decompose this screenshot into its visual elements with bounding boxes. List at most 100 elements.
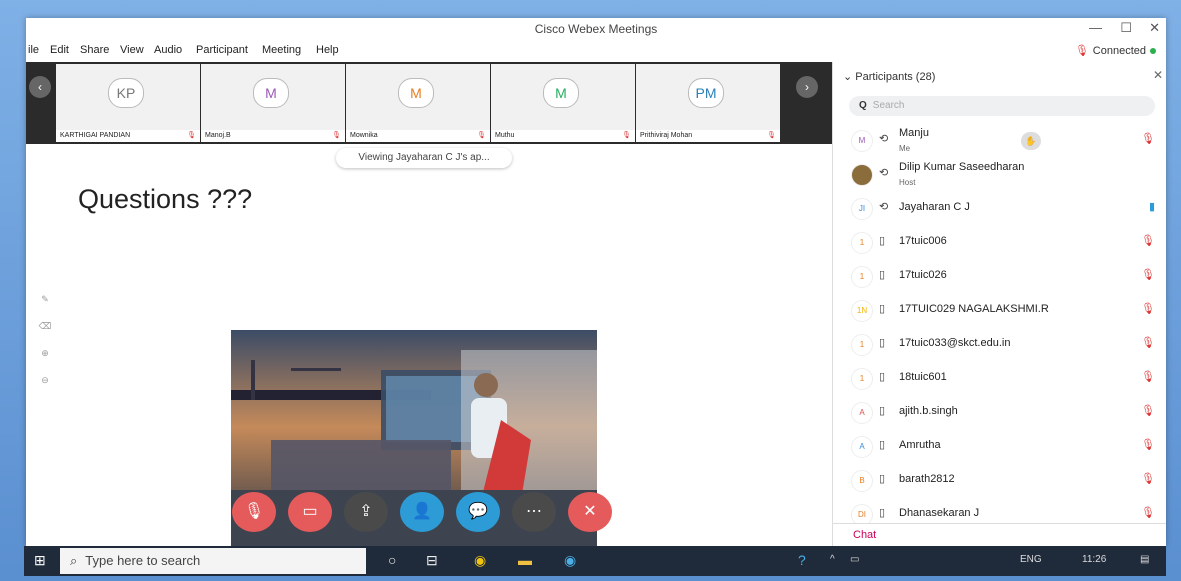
video-thumbnail[interactable]: M Muthu 🎙 [491, 64, 635, 142]
file-explorer-icon[interactable]: ▬ [518, 552, 532, 568]
chat-label: Chat [853, 529, 877, 541]
video-thumbnail[interactable]: M Mownika 🎙 [346, 64, 490, 142]
mic-muted-icon: 🎙 [1141, 235, 1155, 247]
participant-row[interactable]: JI ⟲ Jayaharan C J ▮ [833, 190, 1166, 224]
multitask-icon[interactable]: ⊟ [426, 552, 438, 569]
help-icon[interactable]: ? [798, 552, 806, 568]
raise-hand-icon[interactable]: ✋ [1021, 132, 1041, 150]
video-thumbnail[interactable]: PM Prithiviraj Mohan 🎙 [636, 64, 780, 142]
participants-count-label: Participants (28) [855, 71, 936, 83]
audio-connection-icon: ⟲ [879, 201, 889, 213]
participants-button[interactable]: 👤 [400, 492, 444, 532]
taskbar-search[interactable]: ⌕ Type here to search [60, 548, 366, 574]
thumbnail-name: Mownika 🎙 [346, 130, 490, 142]
language-indicator[interactable]: ENG [1020, 554, 1042, 565]
annotate-icon[interactable]: ✎ [32, 294, 58, 321]
participant-row[interactable]: ⟲ Dilip Kumar Saseedharan Host [833, 156, 1166, 190]
thumbnail-name-text: Prithiviraj Mohan [640, 132, 693, 139]
windows-taskbar: ⊞ ⌕ Type here to search ○ ⊟ ◉ ▬ ◉ ? ^ ▭ E… [24, 546, 1166, 576]
participant-row[interactable]: 1 ▯ 17tuic033@skct.edu.in 🎙 [833, 326, 1166, 360]
meeting-controls: 🎙 ▭ ⇪ 👤 💬 ⋯ ✕ [232, 492, 622, 532]
maximize-icon[interactable]: ☐ [1120, 20, 1132, 36]
connection-status: 🎙 Connected [1075, 44, 1156, 57]
mic-muted-icon: 🎙 [1141, 337, 1155, 349]
participant-search-input[interactable]: Q Search [849, 96, 1155, 116]
chrome-icon[interactable]: ◉ [474, 552, 486, 569]
menu-share[interactable]: Share [80, 44, 109, 56]
participant-row[interactable]: 1N ▯ 17TUIC029 NAGALAKSHMI.R 🎙 [833, 292, 1166, 326]
avatar: B [851, 470, 873, 492]
search-placeholder: Search [872, 100, 905, 111]
video-thumbnail[interactable]: KP KARTHIGAI PANDIAN 🎙 [56, 64, 200, 142]
mic-muted-icon: 🎙 [767, 132, 776, 139]
chat-button[interactable]: 💬 [456, 492, 500, 532]
start-icon[interactable]: ⊞ [34, 552, 46, 569]
mic-muted-icon: 🎙 [1141, 439, 1155, 451]
minimize-icon[interactable]: — [1089, 20, 1102, 35]
search-icon: ⌕ [70, 553, 78, 568]
mute-button[interactable]: 🎙 [232, 492, 276, 532]
participant-name: Dilip Kumar Saseedharan [899, 161, 1025, 173]
participant-row[interactable]: 1 ▯ 18tuic601 🎙 [833, 360, 1166, 394]
participant-list: M ⟲ Manju Me ✋ 🎙 ⟲ Dilip Kumar Saseedharan Host J… [833, 122, 1166, 530]
zoom-in-icon[interactable]: ⊕ [32, 348, 58, 375]
thumbnail-name-text: Manoj.B [205, 132, 231, 139]
mic-muted-icon: 🎙 [1141, 405, 1155, 417]
leave-meeting-button[interactable]: ✕ [568, 492, 612, 532]
participant-row[interactable]: M ⟲ Manju Me ✋ 🎙 [833, 122, 1166, 156]
avatar: M [253, 78, 289, 108]
video-thumbnail[interactable]: M Manoj.B 🎙 [201, 64, 345, 142]
menu-help[interactable]: Help [316, 44, 339, 56]
chat-section[interactable]: Chat [833, 523, 1166, 546]
avatar: M [543, 78, 579, 108]
eraser-icon[interactable]: ⌫ [32, 321, 58, 348]
show-hidden-icons[interactable]: ^ [830, 554, 835, 565]
menu-view[interactable]: View [120, 44, 144, 56]
strip-prev-button[interactable]: ‹ [29, 76, 51, 98]
strip-next-button[interactable]: › [796, 76, 818, 98]
network-icon[interactable]: ▭ [850, 554, 859, 565]
avatar: 1 [851, 266, 873, 288]
avatar: A [851, 402, 873, 424]
thumbnail-name-text: Muthu [495, 132, 515, 139]
participants-header[interactable]: ⌄ Participants (28) [843, 70, 935, 83]
more-options-button[interactable]: ⋯ [512, 492, 556, 532]
webex-taskbar-icon[interactable]: ◉ [564, 552, 576, 569]
avatar: 1N [851, 300, 873, 322]
share-button[interactable]: ⇪ [344, 492, 388, 532]
mic-muted-icon: 🎙 [1141, 371, 1155, 383]
window-title: Cisco Webex Meetings [534, 22, 658, 36]
phone-icon: ▯ [879, 337, 886, 349]
phone-icon: ▯ [879, 235, 886, 247]
phone-icon: ▯ [879, 269, 886, 281]
participant-name: 17tuic026 [899, 269, 947, 281]
connected-label: Connected [1092, 45, 1146, 57]
mic-muted-icon: 🎙 [1141, 473, 1155, 485]
task-view-icon[interactable]: ○ [388, 552, 396, 568]
phone-icon: ▯ [879, 473, 886, 485]
speaking-indicator-icon: ▮ [1148, 201, 1155, 213]
clock[interactable]: 11:26 [1082, 554, 1106, 565]
participant-row[interactable]: 1 ▯ 17tuic006 🎙 [833, 224, 1166, 258]
menu-edit[interactable]: Edit [50, 44, 69, 56]
participant-name: Amrutha [899, 439, 941, 451]
close-panel-icon[interactable]: ✕ [1153, 68, 1163, 82]
zoom-out-icon[interactable]: ⊖ [32, 375, 58, 402]
audio-connection-icon: ⟲ [879, 133, 889, 145]
stop-video-button[interactable]: ▭ [288, 492, 332, 532]
participant-name: 18tuic601 [899, 371, 947, 383]
phone-icon: ▯ [879, 439, 886, 451]
avatar: 1 [851, 232, 873, 254]
menu-meeting[interactable]: Meeting [262, 44, 301, 56]
participant-row[interactable]: A ▯ Amrutha 🎙 [833, 428, 1166, 462]
viewing-banner[interactable]: Viewing Jayaharan C J's ap... [336, 148, 512, 168]
notifications-icon[interactable]: ▤ [1140, 554, 1149, 565]
participant-row[interactable]: A ▯ ajith.b.singh 🎙 [833, 394, 1166, 428]
close-window-icon[interactable]: ✕ [1149, 20, 1160, 36]
menu-audio[interactable]: Audio [154, 44, 182, 56]
participant-row[interactable]: B ▯ barath2812 🎙 [833, 462, 1166, 496]
participant-row[interactable]: 1 ▯ 17tuic026 🎙 [833, 258, 1166, 292]
menu-participant[interactable]: Participant [196, 44, 248, 56]
menu-file[interactable]: ile [28, 44, 39, 56]
taskbar-search-placeholder: Type here to search [85, 553, 201, 568]
